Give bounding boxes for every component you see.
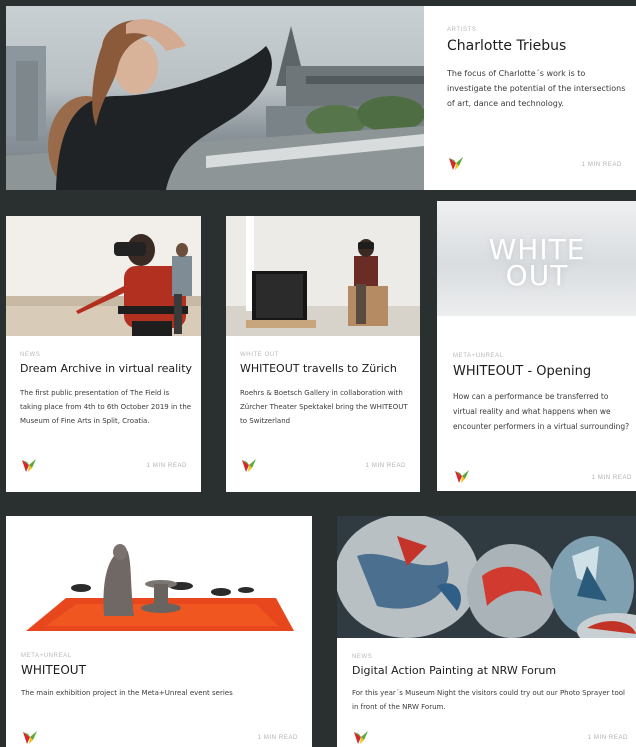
read-time: 1 MIN READ [581, 162, 622, 168]
card-whiteout-zurich[interactable]: WHITE OUT WHITEOUT travells to Zürich Ro… [226, 216, 420, 492]
card-digital-action-painting[interactable]: NEWS Digital Action Painting at NRW Foru… [337, 516, 636, 747]
read-time: 1 MIN READ [257, 735, 298, 741]
read-time: 1 MIN READ [146, 463, 187, 469]
card-category: NEWS [352, 654, 373, 660]
card-title[interactable]: WHITEOUT [21, 663, 86, 677]
card-image: WHITE OUT [437, 201, 636, 316]
card-image [337, 516, 636, 638]
read-time: 1 MIN READ [365, 463, 406, 469]
vr-headset-photo [6, 216, 201, 336]
card-category: WHITE OUT [240, 352, 280, 358]
card-whiteout[interactable]: META+UNREAL WHITEOUT The main exhibition… [6, 516, 312, 747]
card-description: How can a performance be transferred to … [453, 392, 630, 431]
card-category: META+UNREAL [21, 653, 72, 659]
brand-logo-icon [20, 456, 38, 474]
render-figure-photo [26, 544, 294, 631]
card-image [226, 216, 420, 336]
brand-logo-icon [352, 728, 370, 746]
brand-logo-icon [453, 467, 471, 485]
card-description: The focus of Charlotte´s work is to inve… [447, 69, 626, 108]
card-description: The main exhibition project in the Meta+… [21, 689, 233, 697]
card-image [6, 516, 312, 636]
rooftop-scene [6, 19, 424, 190]
card-charlotte-triebus[interactable]: ARTISTS Charlotte Triebus The focus of C… [424, 6, 636, 190]
card-description: For this year´s Museum Night the visitor… [352, 689, 625, 711]
card-title[interactable]: Digital Action Painting at NRW Forum [352, 664, 556, 677]
card-image [6, 216, 201, 336]
card-category: ARTISTS [447, 27, 477, 33]
brand-logo-icon [21, 728, 39, 746]
read-time: 1 MIN READ [587, 735, 628, 741]
brand-logo-icon [240, 456, 258, 474]
card-category: META+UNREAL [453, 353, 504, 359]
card-dream-archive[interactable]: NEWS Dream Archive in virtual reality Th… [6, 216, 201, 492]
card-description: The first public presentation of The Fie… [20, 389, 192, 425]
gallery-vr-photo [226, 216, 420, 336]
card-description: Roehrs & Boetsch Gallery in collaboratio… [240, 389, 408, 425]
brand-logo-icon [447, 154, 465, 172]
card-title[interactable]: Dream Archive in virtual reality [20, 362, 192, 375]
read-time: 1 MIN READ [591, 475, 632, 481]
card-category: NEWS [20, 352, 41, 358]
card-whiteout-opening[interactable]: WHITE OUT META+UNREAL WHITEOUT - Opening… [437, 201, 636, 491]
card-title[interactable]: WHITEOUT - Opening [453, 364, 591, 379]
card-title[interactable]: WHITEOUT travells to Zürich [240, 362, 397, 375]
artist-photo[interactable] [6, 6, 424, 190]
whiteout-wordmark: WHITE OUT [488, 233, 586, 292]
painted-spheres-photo [337, 516, 636, 638]
card-title[interactable]: Charlotte Triebus [447, 38, 566, 54]
